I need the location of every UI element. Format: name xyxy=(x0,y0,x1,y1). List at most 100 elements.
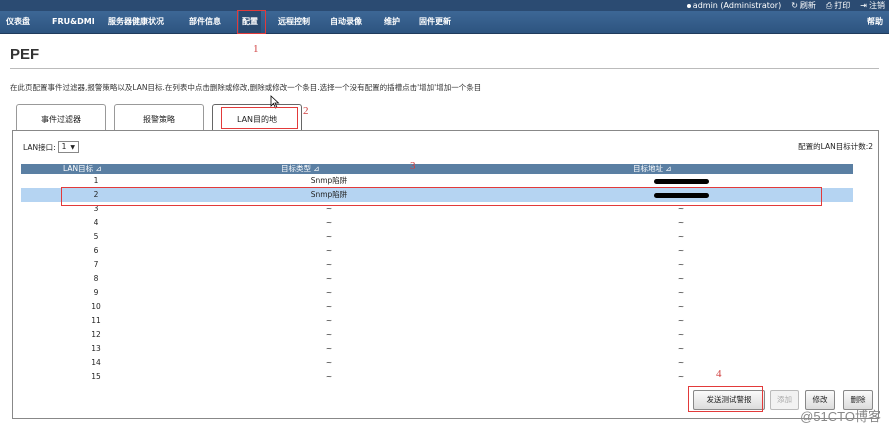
cell-destination-type: ~ xyxy=(325,358,333,367)
table-row[interactable]: 10 ~ ~ xyxy=(21,300,853,314)
redacted-value xyxy=(653,178,709,184)
table-row[interactable]: 9 ~ ~ xyxy=(21,286,853,300)
annotation-box-3 xyxy=(61,187,822,206)
annotation-number-4: 4 xyxy=(716,368,722,380)
nav-item-firmware-update[interactable]: 固件更新 xyxy=(419,11,451,33)
page-title: PEF xyxy=(10,46,40,63)
lan-interface-label: LAN接口: xyxy=(23,142,56,152)
cell-destination-type: Snmp陷阱 xyxy=(310,176,348,185)
cell-lan-destination: 15 xyxy=(91,372,101,381)
annotation-box-2 xyxy=(221,107,298,129)
user-info: admin (Administrator) xyxy=(686,1,782,10)
cell-destination-type: ~ xyxy=(325,330,333,339)
lan-interface-value: 1 xyxy=(61,142,67,151)
annotation-number-2: 2 xyxy=(303,105,309,117)
cell-destination-address: ~ xyxy=(677,232,685,241)
annotation-number-1: 1 xyxy=(253,43,259,55)
cell-lan-destination: 1 xyxy=(93,176,99,185)
cell-lan-destination: 4 xyxy=(93,218,99,227)
cell-destination-type: ~ xyxy=(325,372,333,381)
table-row[interactable]: 14 ~ ~ xyxy=(21,356,853,370)
annotation-box-4 xyxy=(688,386,763,412)
cell-destination-address: ~ xyxy=(677,344,685,353)
logout-link[interactable]: ⇥ 注销 xyxy=(860,0,885,11)
cell-destination-address: ~ xyxy=(677,372,685,381)
tab-alert-policy[interactable]: 报警策略 xyxy=(114,104,204,131)
cell-destination-address: ~ xyxy=(677,330,685,339)
table-row[interactable]: 5 ~ ~ xyxy=(21,230,853,244)
cell-destination-address: ~ xyxy=(677,316,685,325)
user-dot-icon xyxy=(686,3,691,8)
annotation-box-1 xyxy=(237,10,266,34)
print-label: 打印 xyxy=(834,1,851,10)
header-destination-type[interactable]: 目标类型 ⊿ xyxy=(281,164,320,174)
lan-interface-select[interactable]: 1 ▼ xyxy=(57,141,80,153)
annotation-number-3: 3 xyxy=(410,160,416,172)
page-description: 在此页配置事件过滤器,报警策略以及LAN目标.在列表中点击删除或修改,删除或修改… xyxy=(10,83,482,92)
nav-item-fru-dmi[interactable]: FRU&DMI xyxy=(52,11,95,33)
title-divider xyxy=(10,68,879,69)
cell-destination-type: ~ xyxy=(325,344,333,353)
cell-destination-address: ~ xyxy=(677,358,685,367)
cell-destination-type: ~ xyxy=(325,232,333,241)
cell-destination-address: ~ xyxy=(677,218,685,227)
logout-icon: ⇥ xyxy=(860,1,867,10)
cell-destination-type: ~ xyxy=(325,246,333,255)
table-row[interactable]: 4 ~ ~ xyxy=(21,216,853,230)
print-icon: ⎙ xyxy=(825,0,833,10)
cell-lan-destination: 8 xyxy=(93,274,99,283)
configured-count: 配置的LAN目标计数:2 xyxy=(798,142,873,151)
cell-destination-type: ~ xyxy=(325,260,333,269)
cell-destination-address: ~ xyxy=(677,246,685,255)
cell-lan-destination: 5 xyxy=(93,232,99,241)
main-nav: 仪表盘 FRU&DMI 服务器健康状况 部件信息 配置 远程控制 自动录像 维护… xyxy=(0,11,889,34)
lan-destination-panel: LAN接口: 1 ▼ 配置的LAN目标计数:2 LAN目标 ⊿ 目标类型 ⊿ 目标… xyxy=(12,130,879,419)
table-row[interactable]: 13 ~ ~ xyxy=(21,342,853,356)
nav-item-components[interactable]: 部件信息 xyxy=(189,11,221,33)
add-button[interactable]: 添加 xyxy=(770,390,799,410)
cell-destination-address xyxy=(581,174,781,188)
refresh-link[interactable]: ↻ 刷新 xyxy=(791,0,816,11)
nav-item-dashboard[interactable]: 仪表盘 xyxy=(6,11,30,33)
cell-destination-address: ~ xyxy=(677,260,685,269)
cell-destination-type: ~ xyxy=(325,316,333,325)
cell-destination-type: ~ xyxy=(325,274,333,283)
cell-lan-destination: 6 xyxy=(93,246,99,255)
nav-item-auto-video[interactable]: 自动录像 xyxy=(330,11,362,33)
cell-lan-destination: 10 xyxy=(91,302,101,311)
refresh-icon: ↻ xyxy=(791,1,798,10)
user-label: admin (Administrator) xyxy=(692,1,782,10)
table-row[interactable]: 6 ~ ~ xyxy=(21,244,853,258)
table-row[interactable]: 8 ~ ~ xyxy=(21,272,853,286)
table-row[interactable]: 1 Snmp陷阱 xyxy=(21,174,853,188)
lan-interface-group: LAN接口: 1 ▼ xyxy=(23,141,80,153)
table-row[interactable]: 12 ~ ~ xyxy=(21,328,853,342)
cell-destination-type: ~ xyxy=(325,288,333,297)
cell-lan-destination: 12 xyxy=(91,330,101,339)
table-row[interactable]: 11 ~ ~ xyxy=(21,314,853,328)
nav-help[interactable]: 帮助 xyxy=(867,11,883,33)
table-header: LAN目标 ⊿ 目标类型 ⊿ 目标地址 ⊿ xyxy=(21,164,853,174)
cell-destination-type: ~ xyxy=(325,218,333,227)
logout-label: 注销 xyxy=(869,1,885,10)
cell-destination-address: ~ xyxy=(677,288,685,297)
cell-destination-type: ~ xyxy=(325,302,333,311)
header-lan-destination[interactable]: LAN目标 ⊿ xyxy=(63,164,102,174)
chevron-down-icon: ▼ xyxy=(70,144,76,151)
cell-lan-destination: 7 xyxy=(93,260,99,269)
cell-lan-destination: 9 xyxy=(93,288,99,297)
cell-lan-destination: 14 xyxy=(91,358,101,367)
header-destination-address[interactable]: 目标地址 ⊿ xyxy=(633,164,672,174)
cell-lan-destination: 11 xyxy=(91,316,101,325)
nav-item-maintenance[interactable]: 维护 xyxy=(384,11,400,33)
nav-item-server-health[interactable]: 服务器健康状况 xyxy=(108,11,164,33)
cell-destination-address: ~ xyxy=(677,302,685,311)
top-bar: admin (Administrator) ↻ 刷新 ⎙ 打印 ⇥ 注销 xyxy=(0,0,889,11)
print-link[interactable]: ⎙ 打印 xyxy=(826,0,850,11)
nav-item-remote-control[interactable]: 远程控制 xyxy=(278,11,310,33)
table-row[interactable]: 15 ~ ~ xyxy=(21,370,853,384)
cell-lan-destination: 13 xyxy=(91,344,101,353)
cell-destination-address: ~ xyxy=(677,274,685,283)
table-row[interactable]: 7 ~ ~ xyxy=(21,258,853,272)
tab-event-filter[interactable]: 事件过滤器 xyxy=(16,104,106,131)
